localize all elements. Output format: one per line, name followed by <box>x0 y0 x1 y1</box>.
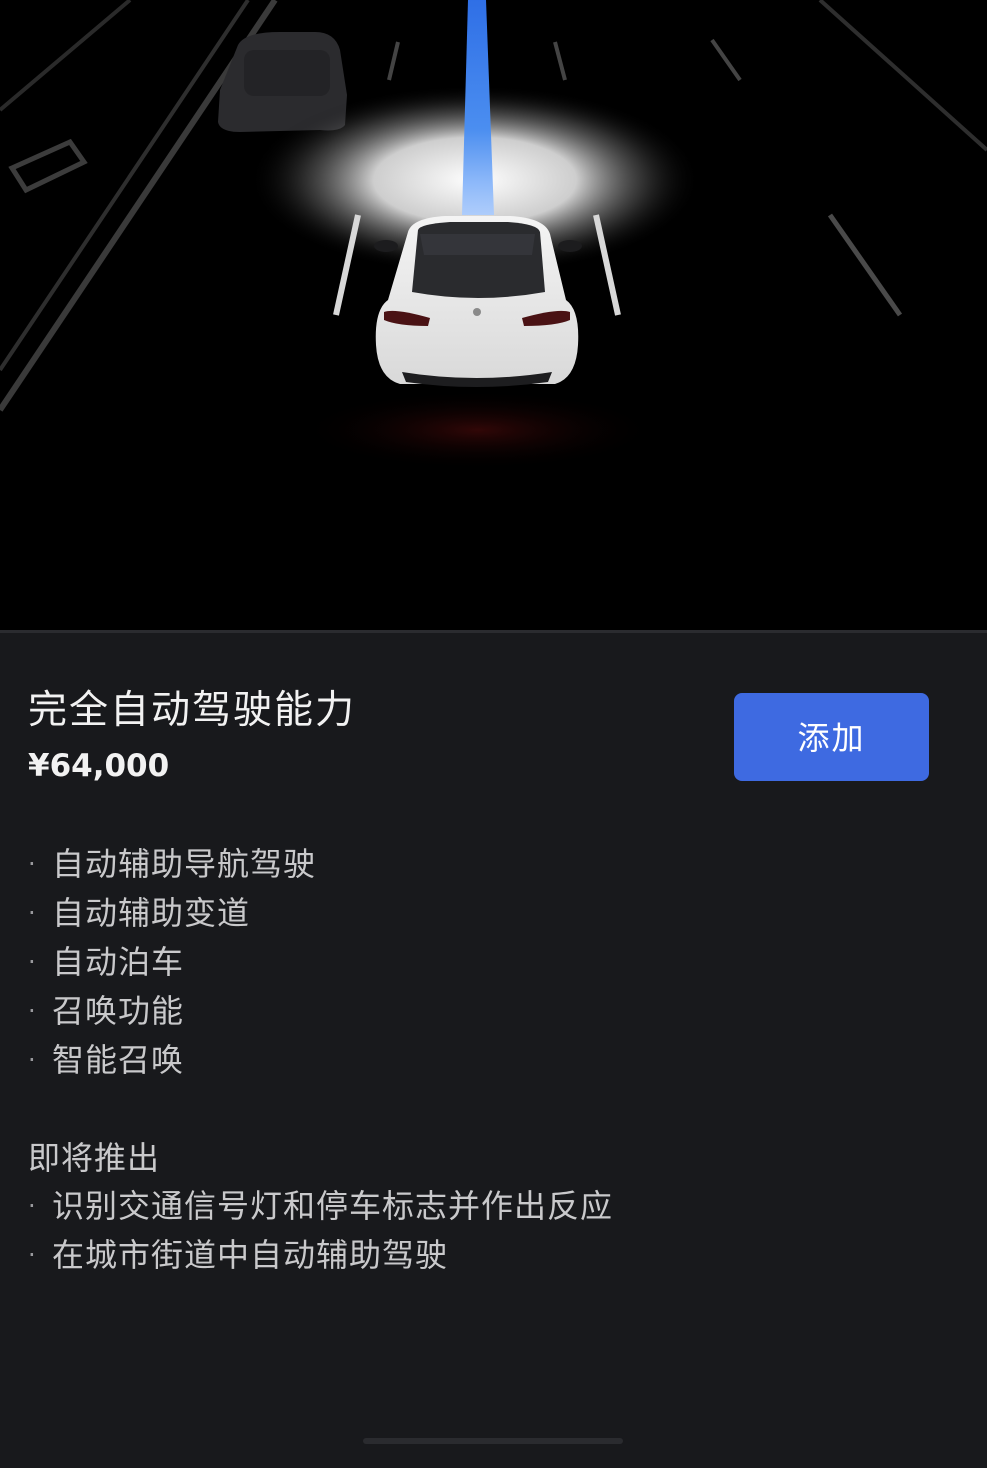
feature-list: · 自动辅助导航驾驶 · 自动辅助变道 · 自动泊车 · 召唤功能 · 智能召唤 <box>28 840 316 1085</box>
bullet: · <box>28 997 37 1025</box>
home-indicator <box>363 1438 623 1444</box>
upcoming-label: 识别交通信号灯和停车标志并作出反应 <box>52 1187 614 1225</box>
upcoming-heading: 即将推出 <box>28 1139 161 1177</box>
option-title: 完全自动驾驶能力 <box>28 688 357 733</box>
list-item: · 自动辅助导航驾驶 <box>28 840 316 889</box>
list-item: · 自动辅助变道 <box>28 889 316 938</box>
bullet: · <box>28 1241 37 1269</box>
list-item: · 召唤功能 <box>28 987 316 1036</box>
brake-glow <box>298 390 658 470</box>
bullet: · <box>28 850 37 878</box>
option-price: ¥64,000 <box>28 748 170 784</box>
autopilot-visualization <box>0 0 987 630</box>
list-item: · 自动泊车 <box>28 938 316 987</box>
feature-label: 自动辅助导航驾驶 <box>52 845 317 883</box>
ego-vehicle-icon <box>374 216 582 387</box>
road-scene <box>0 0 987 470</box>
feature-label: 自动泊车 <box>52 943 185 981</box>
fsd-option-screen: 完全自动驾驶能力 ¥64,000 添加 · 自动辅助导航驾驶 · 自动辅助变道 · 自… <box>0 0 987 1468</box>
upcoming-label: 在城市街道中自动辅助驾驶 <box>52 1236 449 1274</box>
feature-label: 召唤功能 <box>52 992 185 1030</box>
list-item: · 智能召唤 <box>28 1036 316 1085</box>
navigation-path <box>462 0 494 215</box>
bullet: · <box>28 948 37 976</box>
add-button[interactable]: 添加 <box>734 693 929 781</box>
feature-label: 智能召唤 <box>52 1041 185 1079</box>
feature-label: 自动辅助变道 <box>52 894 251 932</box>
upcoming-list: · 识别交通信号灯和停车标志并作出反应 · 在城市街道中自动辅助驾驶 <box>28 1182 613 1280</box>
list-item: · 识别交通信号灯和停车标志并作出反应 <box>28 1182 613 1231</box>
bullet: · <box>28 1192 37 1220</box>
bullet: · <box>28 1046 37 1074</box>
bullet: · <box>28 899 37 927</box>
list-item: · 在城市街道中自动辅助驾驶 <box>28 1231 613 1280</box>
